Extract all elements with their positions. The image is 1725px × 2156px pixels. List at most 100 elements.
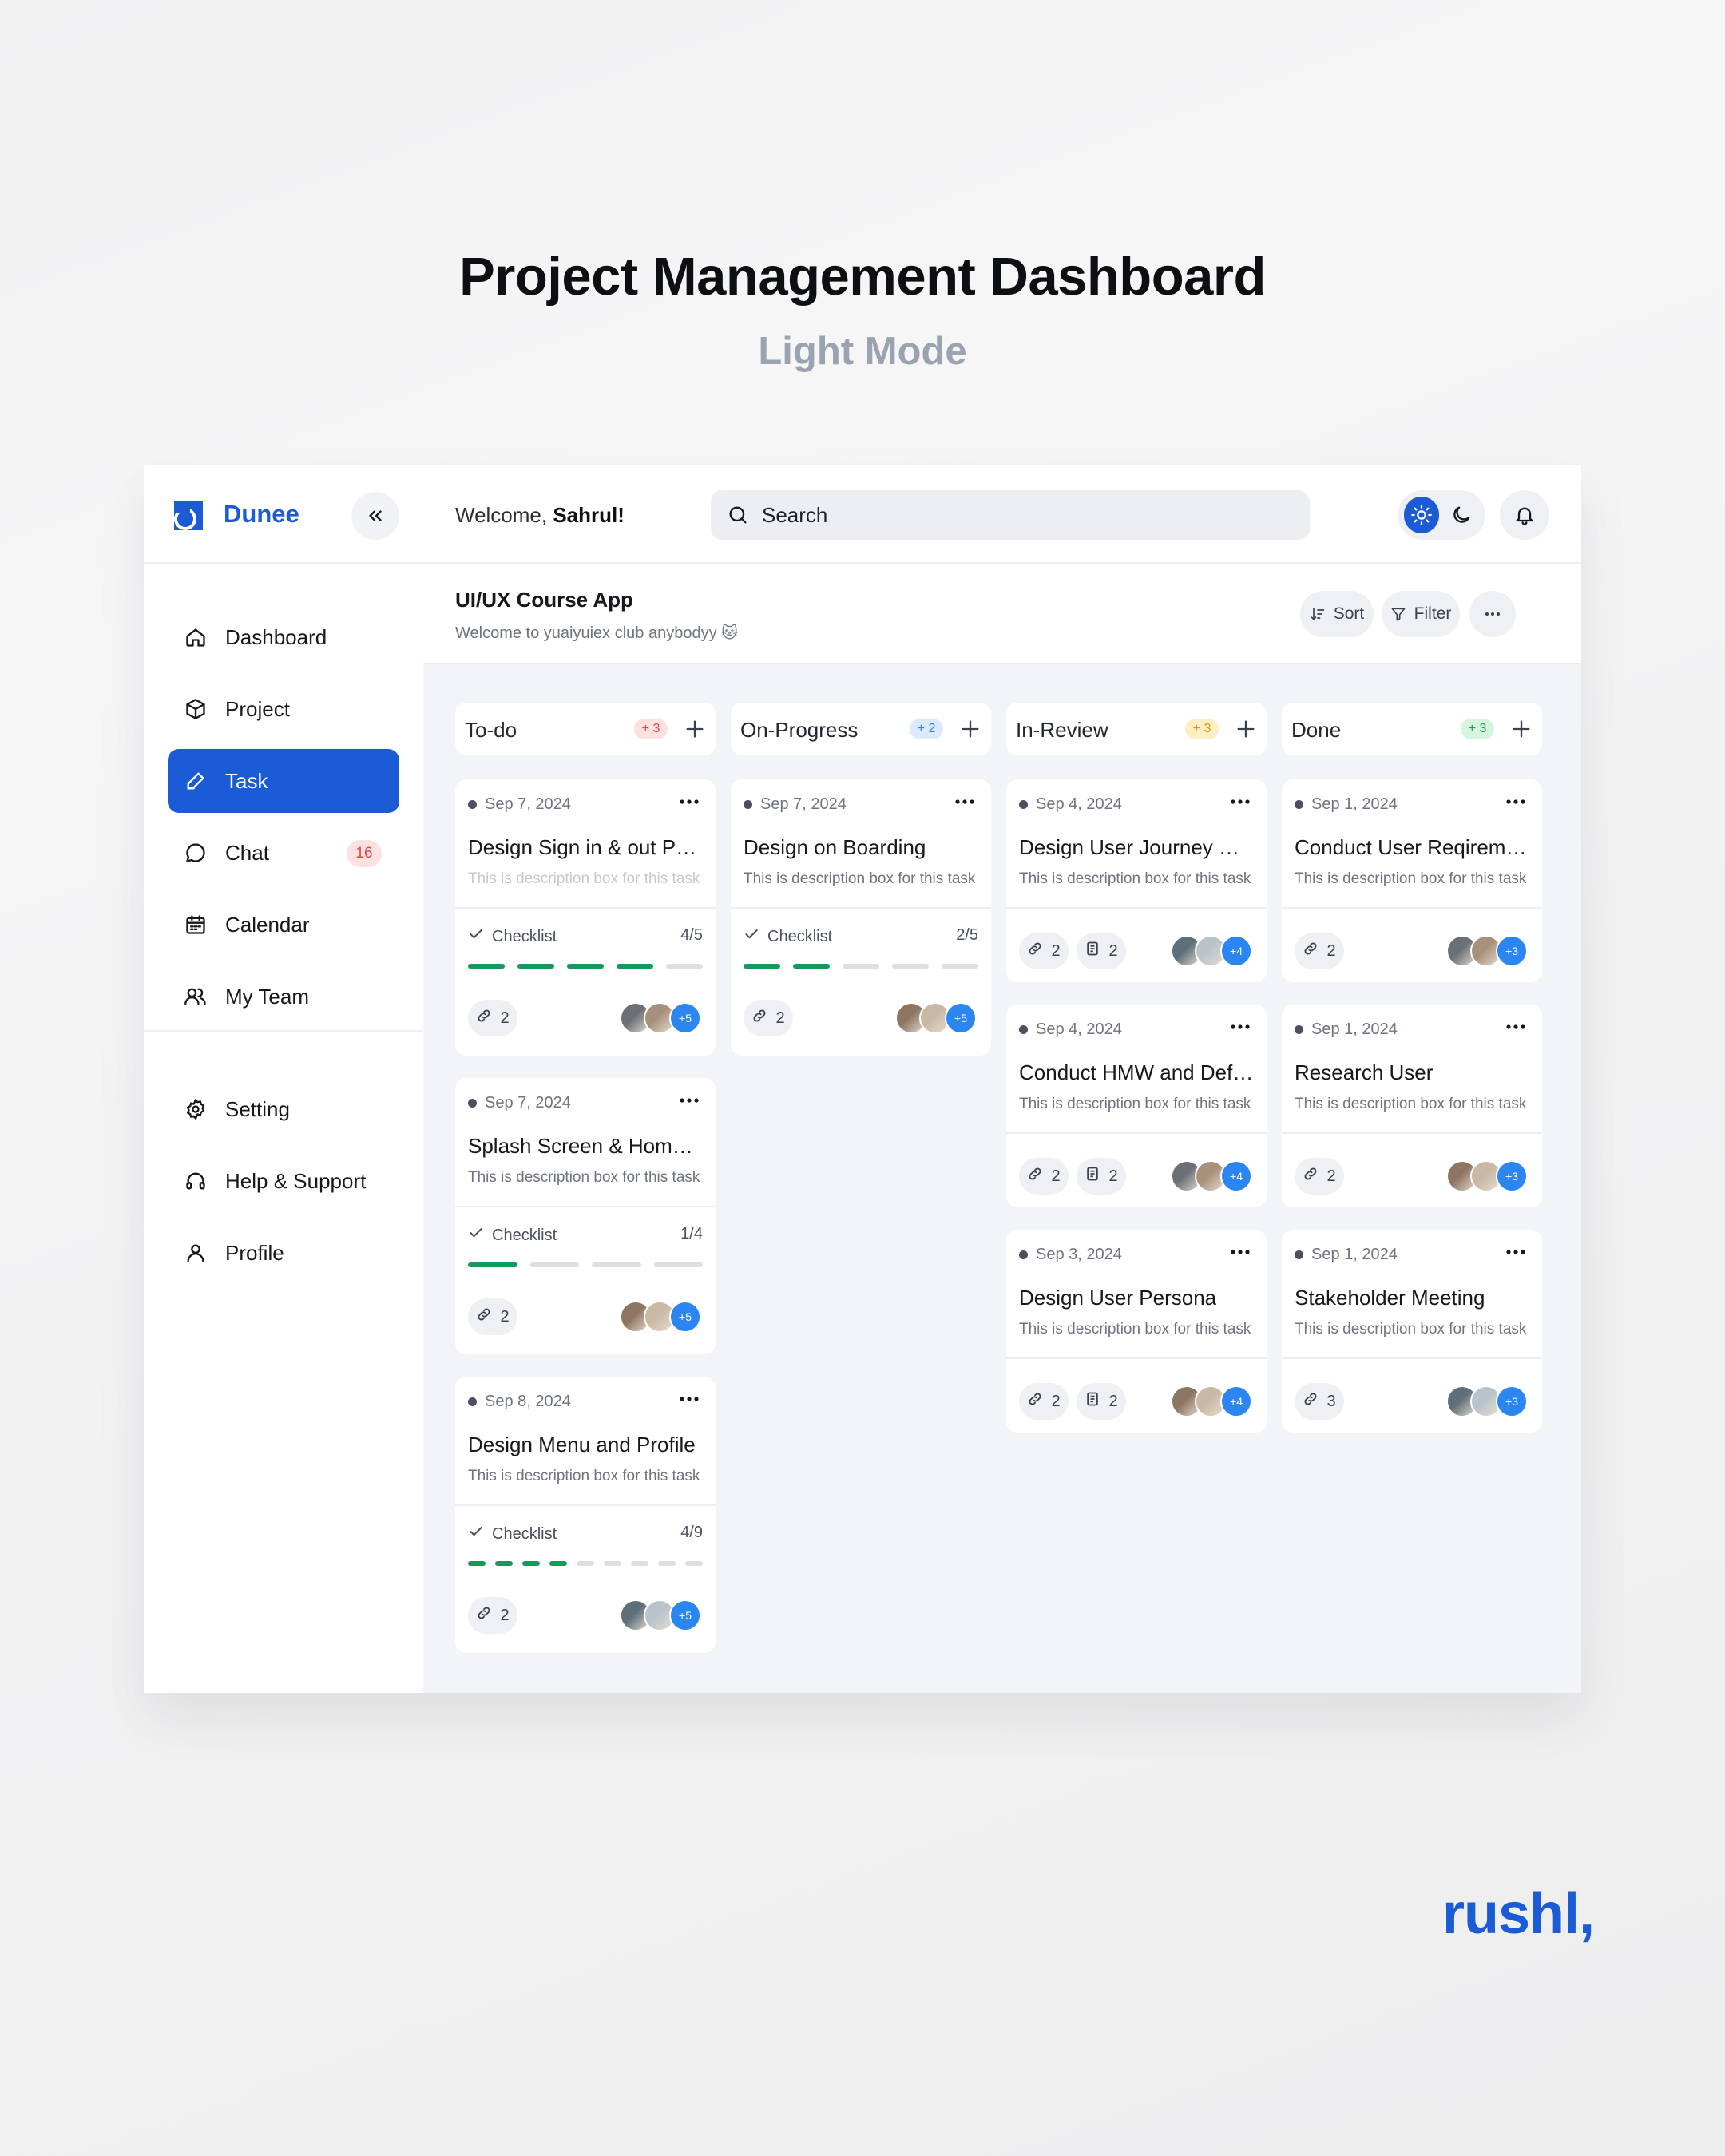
collapse-sidebar-button[interactable]: [351, 492, 399, 540]
task-card[interactable]: Sep 1, 2024 Research User This is descript…: [1282, 1005, 1542, 1207]
card-title: Design User Journey Map: [1019, 835, 1255, 859]
progress-segment: [892, 964, 929, 969]
sidebar-item-dashboard[interactable]: Dashboard: [168, 605, 399, 669]
assignee-avatars[interactable]: +4: [1171, 1160, 1254, 1192]
progress-segment: [522, 1561, 540, 1566]
sidebar-item-setting[interactable]: Setting: [168, 1077, 399, 1141]
status-dot: [468, 800, 477, 809]
dark-mode-button[interactable]: [1444, 497, 1479, 533]
links-pill[interactable]: 2: [468, 1597, 518, 1634]
links-pill[interactable]: 2: [1295, 1158, 1344, 1195]
links-pill[interactable]: 2: [1295, 933, 1344, 969]
links-pill[interactable]: 2: [1019, 1158, 1069, 1195]
assignee-avatars[interactable]: +5: [620, 1301, 703, 1333]
assignee-avatars[interactable]: +3: [1446, 1385, 1529, 1417]
assignee-avatars[interactable]: +5: [620, 1002, 703, 1034]
checklist-progress: [468, 1262, 703, 1267]
assignee-avatars[interactable]: +4: [1171, 1385, 1254, 1417]
card-description: This is description box for this task: [1019, 1096, 1251, 1112]
task-card[interactable]: Sep 7, 2024 Design on Boarding This is des…: [731, 779, 991, 1056]
links-pill[interactable]: 2: [1019, 933, 1069, 969]
project-subtitle: Welcome to yuaiyuiex club anybodyy 🐱: [455, 624, 738, 642]
task-card[interactable]: Sep 7, 2024 Splash Screen & Home Page This…: [455, 1078, 716, 1354]
task-card[interactable]: Sep 7, 2024 Design Sign in & out Page This…: [455, 779, 716, 1056]
assignee-avatars[interactable]: +3: [1446, 935, 1529, 967]
sort-button[interactable]: Sort: [1300, 591, 1374, 637]
add-card-icon[interactable]: [1510, 718, 1533, 740]
more-horizontal-icon[interactable]: [953, 794, 977, 810]
card-divider: [731, 907, 991, 909]
card-divider: [1282, 1132, 1542, 1134]
card-date: Sep 8, 2024: [468, 1393, 571, 1411]
card-title: Design Menu and Profile: [468, 1433, 696, 1456]
assignee-avatars[interactable]: +5: [895, 1002, 978, 1034]
more-horizontal-icon[interactable]: [677, 1391, 701, 1407]
task-card[interactable]: Sep 1, 2024 Conduct User Reqirements This …: [1282, 779, 1542, 982]
sidebar-item-help-support[interactable]: Help & Support: [168, 1149, 399, 1213]
links-pill[interactable]: 2: [1019, 1383, 1069, 1420]
files-pill[interactable]: 2: [1077, 1383, 1126, 1420]
more-horizontal-icon[interactable]: [677, 794, 701, 810]
links-pill[interactable]: 2: [744, 1000, 793, 1036]
links-count: 2: [1051, 1167, 1061, 1185]
card-description: This is description box for this task: [468, 1169, 700, 1186]
bell-icon: [1516, 507, 1533, 525]
progress-segment: [685, 1561, 703, 1566]
links-count: 2: [1326, 1167, 1336, 1185]
sidebar-item-calendar[interactable]: Calendar: [168, 893, 399, 957]
links-count: 2: [1051, 1392, 1061, 1410]
card-description: This is description box for this task: [1019, 870, 1251, 887]
progress-segment: [744, 964, 780, 969]
card-description: This is description box for this task: [1295, 870, 1527, 887]
sidebar-item-profile[interactable]: Profile: [168, 1221, 399, 1285]
more-horizontal-icon[interactable]: [1228, 1019, 1252, 1035]
filter-button[interactable]: Filter: [1382, 591, 1460, 637]
avatar-more-badge: +5: [669, 1301, 701, 1333]
more-horizontal-icon[interactable]: [1228, 794, 1252, 810]
status-dot: [1019, 800, 1028, 809]
links-pill[interactable]: 3: [1295, 1383, 1344, 1420]
task-card[interactable]: Sep 4, 2024 Conduct HMW and Define This is…: [1006, 1005, 1267, 1207]
notifications-button[interactable]: [1500, 490, 1549, 540]
sidebar-item-my-team[interactable]: My Team: [168, 965, 399, 1028]
files-pill[interactable]: 2: [1077, 933, 1126, 969]
light-mode-button[interactable]: [1404, 497, 1439, 533]
more-horizontal-icon[interactable]: [1504, 1019, 1528, 1035]
assignee-avatars[interactable]: +3: [1446, 1160, 1529, 1192]
task-card[interactable]: Sep 3, 2024 Design User Persona This is de…: [1006, 1230, 1267, 1433]
progress-segment: [468, 1262, 518, 1267]
check-icon: [744, 926, 759, 947]
add-card-icon[interactable]: [959, 718, 981, 740]
more-options-button[interactable]: [1469, 591, 1516, 637]
status-dot: [1295, 1250, 1303, 1259]
assignee-avatars[interactable]: +5: [620, 1599, 703, 1631]
checklist-label: Checklist: [767, 927, 833, 945]
card-divider: [1006, 907, 1267, 909]
avatar-more-badge: +3: [1496, 1385, 1528, 1417]
links-pill[interactable]: 2: [468, 1298, 518, 1335]
links-pill[interactable]: 2: [468, 1000, 518, 1036]
column-header-to-do: To-do + 3: [455, 703, 716, 755]
search-input[interactable]: Search: [711, 490, 1310, 540]
checklist-progress: [744, 964, 978, 969]
sidebar-item-project[interactable]: Project: [168, 677, 399, 741]
assignee-avatars[interactable]: +4: [1171, 935, 1254, 967]
avatar-more-badge: +4: [1220, 935, 1252, 967]
files-pill[interactable]: 2: [1077, 1158, 1126, 1195]
sidebar-item-chat[interactable]: Chat 16: [168, 821, 399, 885]
more-horizontal-icon[interactable]: [1504, 794, 1528, 810]
progress-segment: [495, 1561, 513, 1566]
card-title: Design User Persona: [1019, 1286, 1217, 1310]
add-card-icon[interactable]: [1235, 718, 1257, 740]
more-horizontal-icon[interactable]: [1504, 1244, 1528, 1260]
progress-segment: [468, 1561, 486, 1566]
more-horizontal-icon[interactable]: [677, 1092, 701, 1108]
add-card-icon[interactable]: [684, 718, 706, 740]
more-horizontal-icon[interactable]: [1228, 1244, 1252, 1260]
hero-title: Project Management Dashboard: [459, 247, 1266, 307]
sidebar-item-task[interactable]: Task: [168, 749, 399, 813]
task-card[interactable]: Sep 8, 2024 Design Menu and Profile This i…: [455, 1377, 716, 1653]
task-card[interactable]: Sep 4, 2024 Design User Journey Map This i…: [1006, 779, 1267, 982]
task-card[interactable]: Sep 1, 2024 Stakeholder Meeting This is de…: [1282, 1230, 1542, 1433]
theme-toggle[interactable]: [1398, 490, 1485, 540]
